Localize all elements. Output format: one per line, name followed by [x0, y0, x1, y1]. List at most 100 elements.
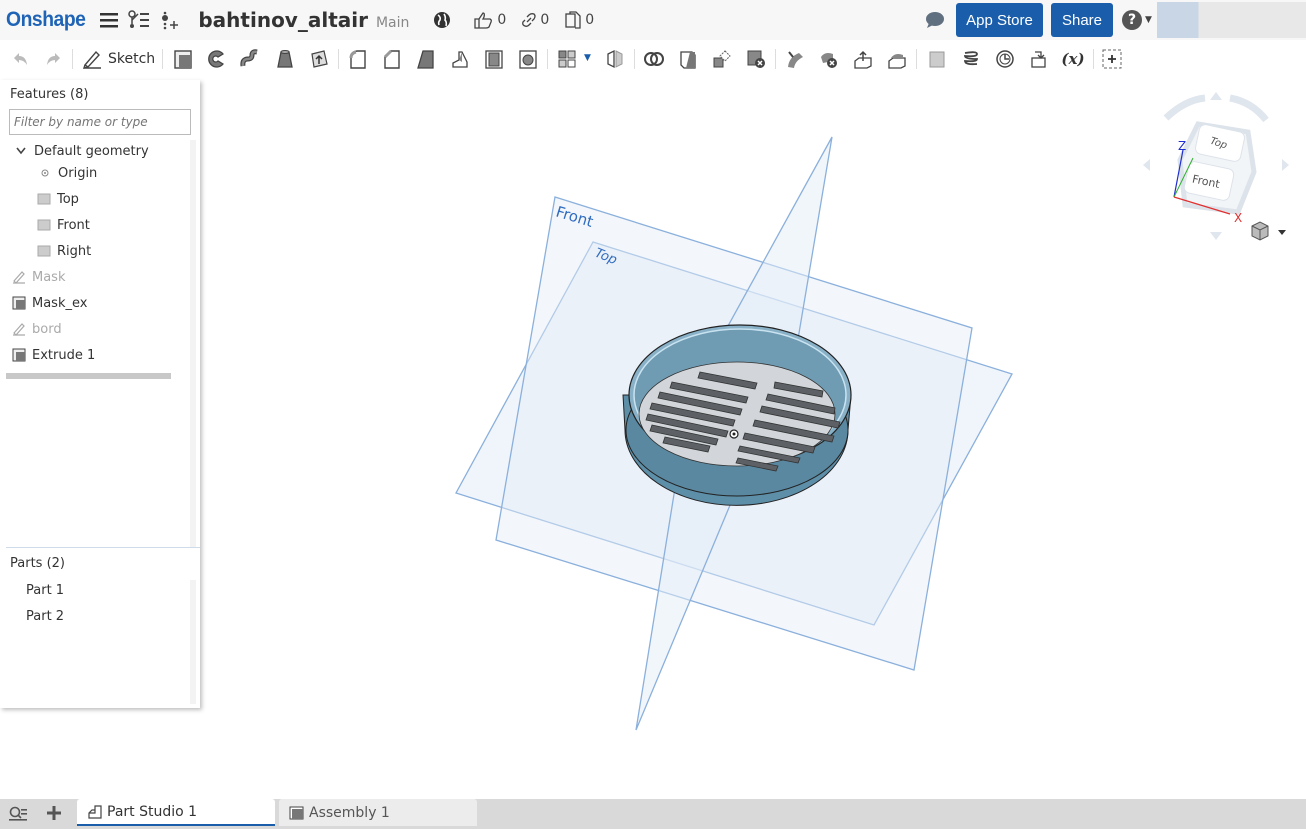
feature-panel: Features (8) Default geometry Origin Top… [0, 80, 200, 708]
feature-item-bord[interactable]: bord [12, 318, 62, 340]
parts-list-scrollbar[interactable] [190, 580, 196, 704]
toolbar-separator [162, 49, 163, 69]
part-item[interactable]: Part 2 [26, 605, 64, 627]
plane-icon [37, 244, 51, 258]
rib-icon[interactable] [449, 48, 471, 70]
user-menu[interactable] [1157, 2, 1306, 38]
feature-item-mask[interactable]: Mask [12, 266, 65, 288]
plane-icon[interactable] [926, 48, 948, 70]
feature-item-origin[interactable]: Origin [38, 162, 97, 184]
thumbs-up-icon [474, 12, 493, 29]
assembly-icon [289, 806, 304, 819]
view-down-arrow[interactable] [1210, 232, 1222, 240]
redo-icon[interactable] [42, 48, 64, 70]
pattern-icon[interactable] [556, 48, 578, 70]
fillet-icon[interactable] [347, 48, 369, 70]
helix-icon[interactable] [960, 48, 982, 70]
links-counter[interactable]: 0 [522, 12, 549, 28]
tab-assembly-1[interactable]: Assembly 1 [279, 799, 477, 826]
mate-connector-icon[interactable] [994, 48, 1016, 70]
transform-icon[interactable] [711, 48, 733, 70]
menu-icon[interactable] [100, 12, 119, 28]
feature-item-default-geometry[interactable]: Default geometry [14, 140, 149, 162]
chevron-down-icon[interactable] [14, 144, 28, 158]
pattern-dropdown-icon[interactable]: ▼ [584, 53, 591, 63]
extrude-icon [12, 348, 26, 362]
origin-icon [38, 166, 52, 180]
top-bar: Onshape bahtinov_altair Main 0 0 0 App S… [0, 0, 1306, 40]
feature-item-top[interactable]: Top [37, 188, 79, 210]
chamfer-icon[interactable] [381, 48, 403, 70]
sketch-label: Sketch [108, 51, 156, 67]
toolbar-separator [547, 49, 548, 69]
toolbar-separator [775, 49, 776, 69]
feature-filter-input[interactable] [9, 109, 191, 135]
comments-icon[interactable] [925, 11, 945, 29]
toolbar-separator [1093, 49, 1094, 69]
toolbar-separator [634, 49, 635, 69]
split-icon[interactable] [677, 48, 699, 70]
view-options-button[interactable] [1251, 221, 1286, 241]
replace-face-icon[interactable] [886, 48, 908, 70]
rollback-bar[interactable] [6, 373, 171, 379]
tab-part-studio-1[interactable]: Part Studio 1 [77, 799, 275, 826]
rotate-right-arrow[interactable] [1229, 94, 1269, 123]
parts-header: Parts (2) [10, 556, 65, 571]
likes-counter[interactable]: 0 [473, 11, 506, 29]
boolean-icon[interactable] [643, 48, 665, 70]
rotate-left-arrow[interactable] [1163, 94, 1206, 121]
draft-icon[interactable] [415, 48, 437, 70]
onshape-logo[interactable]: Onshape [6, 8, 86, 32]
z-axis-label: Z [1178, 139, 1186, 153]
add-custom-feature-icon[interactable] [1101, 48, 1123, 70]
help-icon: ? [1122, 10, 1142, 30]
extrude-icon[interactable] [172, 48, 194, 70]
panel-divider[interactable] [6, 547, 200, 548]
chevron-down-icon: ▼ [1145, 15, 1152, 25]
toolbar-separator [72, 49, 73, 69]
view-left-arrow[interactable] [1143, 159, 1150, 171]
view-cube[interactable]: Top Front Z X [1143, 92, 1289, 240]
document-title[interactable]: bahtinov_altair [198, 8, 368, 32]
toolbar-separator [338, 49, 339, 69]
loft-icon[interactable] [274, 48, 296, 70]
share-button[interactable]: Share [1051, 3, 1113, 37]
feature-item-mask-ex[interactable]: Mask_ex [12, 292, 87, 314]
feature-item-right[interactable]: Right [37, 240, 91, 262]
delete-part-icon[interactable] [745, 48, 767, 70]
sweep-icon[interactable] [240, 48, 262, 70]
insert-icon[interactable] [160, 10, 180, 30]
app-store-button[interactable]: App Store [956, 3, 1043, 37]
likes-count: 0 [497, 12, 507, 28]
sketch-icon [12, 270, 26, 284]
undo-icon[interactable] [10, 48, 32, 70]
thicken-icon[interactable] [308, 48, 330, 70]
feature-list-scrollbar[interactable] [190, 140, 196, 548]
branch-label[interactable]: Main [376, 15, 409, 31]
globe-icon[interactable] [433, 11, 451, 29]
sketch-button[interactable]: Sketch [82, 48, 155, 70]
tab-manager-icon[interactable] [9, 806, 27, 826]
view-up-arrow[interactable] [1210, 92, 1222, 100]
plane-icon [37, 218, 51, 232]
version-history-icon[interactable] [128, 10, 150, 30]
help-button[interactable]: ? ▼ [1122, 10, 1152, 30]
x-axis-label: X [1234, 211, 1242, 225]
view-right-arrow[interactable] [1282, 159, 1289, 171]
toolbar-separator [916, 49, 917, 69]
feature-item-front[interactable]: Front [37, 214, 90, 236]
hole-icon[interactable] [517, 48, 539, 70]
revolve-icon[interactable] [205, 48, 227, 70]
feature-item-extrude-1[interactable]: Extrude 1 [12, 344, 95, 366]
delete-face-icon[interactable] [818, 48, 840, 70]
shell-icon[interactable] [483, 48, 505, 70]
variable-icon[interactable]: (x) [1060, 48, 1086, 70]
move-face-icon[interactable] [852, 48, 874, 70]
copies-counter[interactable]: 0 [565, 11, 594, 29]
derived-icon[interactable] [1028, 48, 1050, 70]
mirror-icon[interactable] [604, 48, 626, 70]
part-item[interactable]: Part 1 [26, 579, 64, 601]
add-tab-icon[interactable] [46, 805, 62, 825]
modify-fillet-icon[interactable] [784, 48, 806, 70]
part-grate[interactable] [622, 324, 852, 506]
